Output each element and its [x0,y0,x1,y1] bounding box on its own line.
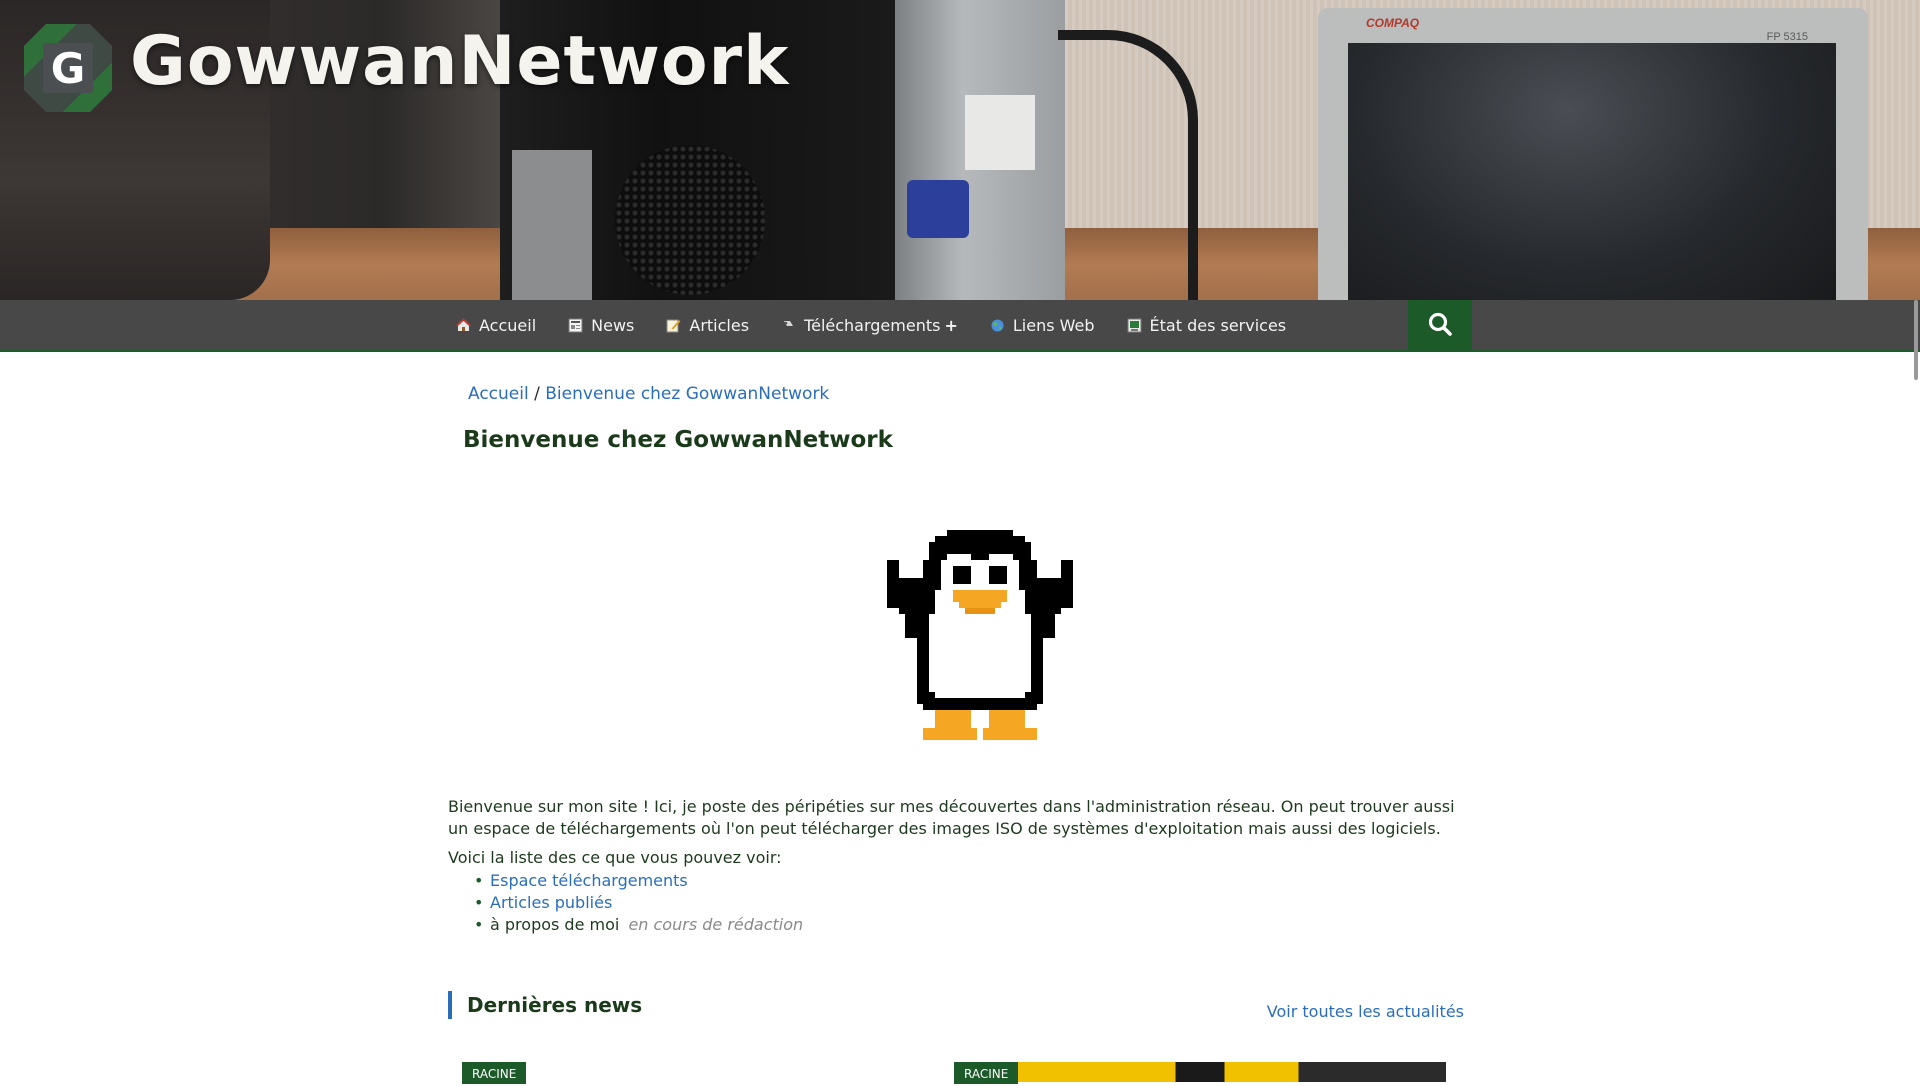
news-card[interactable]: RACINE [462,1062,942,1084]
banner-tower-silver [895,0,1065,300]
tux-penguin-image [887,530,1073,740]
site-logo[interactable]: G [24,24,112,112]
about-me-text: à propos de moi [490,915,620,934]
nav-item-label: Accueil [479,315,537,335]
article-icon [666,318,681,333]
downloads-space-link[interactable]: Espace téléchargements [490,871,688,890]
list-intro-text: Voici la liste des ce que vous pouvez vo… [448,848,782,867]
submenu-plus-icon[interactable]: + [944,316,957,335]
nav-item-label: Téléchargements [804,315,941,335]
nav-item-label: État des services [1149,315,1287,335]
news-card[interactable]: RACINE [954,1062,1446,1084]
monitor-model: FP 5315 [1766,31,1808,43]
list-item: Articles publiés [474,892,803,914]
nav-item-label: Articles [689,315,750,335]
breadcrumb-separator: / [534,384,540,404]
nav-item-news[interactable]: News [568,316,634,335]
list-item: Espace téléchargements [474,870,803,892]
nav-item-telechargements[interactable]: Téléchargements + [781,316,958,335]
page-scrollbar[interactable] [1914,300,1918,380]
banner-vent [615,145,765,295]
banner-monitor: COMPAQ FP 5315 [1318,8,1868,300]
see-all-news-link[interactable]: Voir toutes les actualités [1267,1002,1464,1021]
breadcrumb: Accueil / Bienvenue chez GowwanNetwork [468,384,829,404]
page-title: Bienvenue chez GowwanNetwork [463,427,893,453]
features-list: Espace téléchargements Articles publiés … [474,870,804,936]
banner-cable [1058,30,1198,300]
breadcrumb-home-link[interactable]: Accueil [468,384,529,404]
monitor-brand: COMPAQ [1366,16,1420,30]
site-title[interactable]: GowwanNetwork [130,22,789,101]
home-icon [456,317,471,333]
nav-item-etat-services[interactable]: État des services [1127,315,1287,335]
nav-item-articles[interactable]: Articles [666,316,749,335]
nav-item-label: News [591,315,635,335]
logo-letter: G [43,43,93,93]
nav-item-accueil[interactable]: Accueil [456,316,536,335]
monitor-screen [1348,43,1836,300]
nav-item-liens-web[interactable]: Liens Web [990,316,1095,335]
intro-paragraph: Bienvenue sur mon site ! Ici, je poste d… [448,797,1455,838]
category-tag[interactable]: RACINE [462,1062,527,1084]
category-tag[interactable]: RACINE [954,1062,1019,1084]
latest-news-heading: Dernières news [448,990,642,1019]
nav-items: Accueil News Articles Téléchargements + [456,300,1318,350]
news-icon [568,318,583,333]
list-item: à propos de moi en cours de rédaction [474,914,804,936]
globe-icon [990,318,1005,333]
banner-ports [512,150,592,300]
breadcrumb-current-link[interactable]: Bienvenue chez GowwanNetwork [545,384,829,404]
about-me-note: en cours de rédaction [628,915,804,934]
status-icon [1127,318,1142,333]
nav-item-label: Liens Web [1012,315,1095,335]
search-button[interactable] [1408,300,1472,351]
banner-sticker [965,95,1035,170]
search-icon [1427,311,1453,341]
published-articles-link[interactable]: Articles publiés [490,893,612,912]
banner-vga-connector [907,180,969,238]
download-icon [781,318,796,333]
main-nav: Accueil News Articles Téléchargements + [0,300,1920,352]
